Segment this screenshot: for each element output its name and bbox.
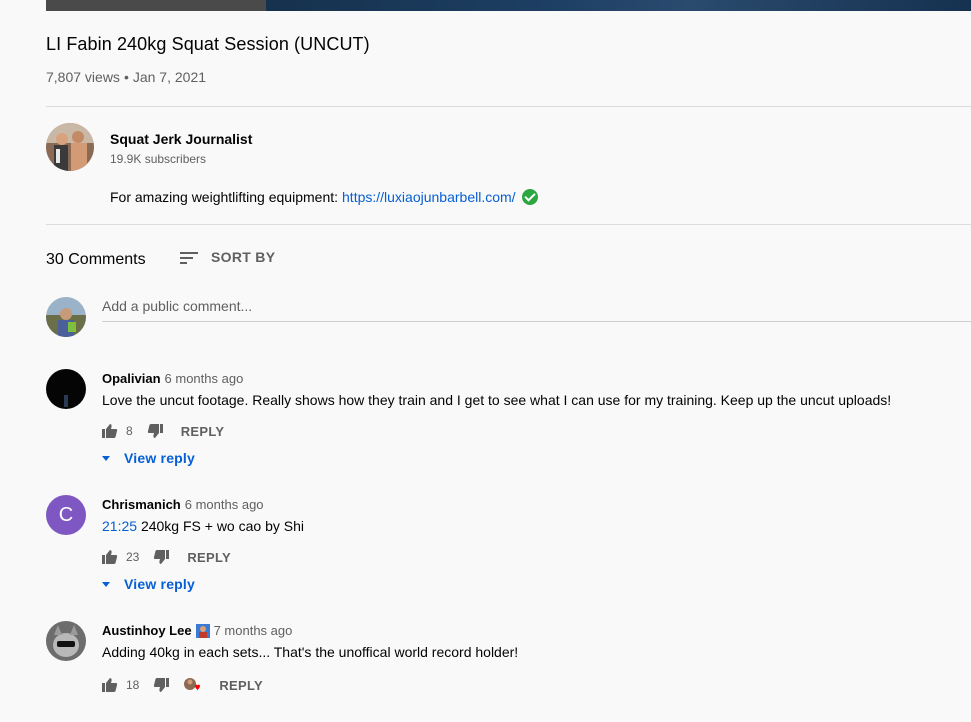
view-count: 7,807 views xyxy=(46,69,120,85)
video-progress-area[interactable] xyxy=(46,0,266,11)
comment-author[interactable]: Austinhoy Lee xyxy=(102,623,192,638)
user-avatar xyxy=(46,297,86,337)
channel-avatar[interactable] xyxy=(46,123,94,171)
video-title: LI Fabin 240kg Squat Session (UNCUT) xyxy=(46,34,370,54)
sort-icon xyxy=(180,249,200,265)
video-timestamp-link[interactable]: 21:25 xyxy=(102,518,137,534)
video-frame xyxy=(266,0,971,11)
comment-body: 240kg FS + wo cao by Shi xyxy=(140,518,304,534)
comment-author-row: Chrismanich 6 months ago xyxy=(102,497,264,512)
video-meta: 7,807 views • Jan 7, 2021 xyxy=(46,69,206,85)
divider xyxy=(46,224,971,225)
comment-author-row: Austinhoy Lee 7 months ago xyxy=(102,623,292,638)
comment-time[interactable]: 7 months ago xyxy=(214,623,293,638)
member-badge-icon xyxy=(195,623,210,638)
sort-label: SORT BY xyxy=(211,249,276,265)
comment-author[interactable]: Chrismanich xyxy=(102,497,181,512)
verified-check-icon xyxy=(521,189,538,205)
reply-button[interactable]: REPLY xyxy=(219,678,263,693)
sort-button[interactable]: SORT BY xyxy=(180,249,275,265)
comment-avatar[interactable] xyxy=(46,621,86,661)
meta-separator: • xyxy=(123,69,129,85)
reply-button[interactable]: REPLY xyxy=(187,550,231,565)
comments-count: 30 Comments xyxy=(46,251,146,268)
like-count: 18 xyxy=(126,678,140,692)
comment-input-underline xyxy=(102,321,971,322)
comment-actions: 8 REPLY xyxy=(102,423,224,439)
comment-time[interactable]: 6 months ago xyxy=(185,497,264,512)
upload-date: Jan 7, 2021 xyxy=(132,69,207,85)
like-icon[interactable] xyxy=(102,423,118,439)
view-reply-label: View reply xyxy=(124,450,196,466)
comment-avatar[interactable] xyxy=(46,369,86,409)
add-comment-input[interactable]: Add a public comment... xyxy=(102,298,252,314)
channel-name[interactable]: Squat Jerk Journalist xyxy=(110,131,252,147)
like-count: 8 xyxy=(126,424,133,438)
comment-text: Love the uncut footage. Really shows how… xyxy=(102,392,892,408)
comment-author[interactable]: Opalivian xyxy=(102,371,161,386)
comment-text: Adding 40kg in each sets... That's the u… xyxy=(102,644,519,660)
comment-time[interactable]: 6 months ago xyxy=(165,371,244,386)
caret-down-icon xyxy=(102,455,110,461)
reply-button[interactable]: REPLY xyxy=(181,424,225,439)
description-link[interactable]: https://luxiaojunbarbell.com/ xyxy=(342,189,516,205)
dislike-icon[interactable] xyxy=(153,677,170,693)
divider xyxy=(46,106,971,107)
avatar-letter: C xyxy=(58,503,74,526)
subscriber-count: 19.9K subscribers xyxy=(110,152,207,166)
comment-author-row: Opalivian 6 months ago xyxy=(102,371,243,386)
view-reply-button[interactable]: View reply xyxy=(102,450,195,466)
comment-actions: 18 REPLY xyxy=(102,677,263,693)
like-count: 23 xyxy=(126,550,140,564)
view-reply-button[interactable]: View reply xyxy=(102,576,195,592)
description-text: For amazing weightlifting equipment: xyxy=(110,189,339,205)
view-reply-label: View reply xyxy=(124,576,196,592)
like-icon[interactable] xyxy=(102,549,118,565)
creator-heart-icon xyxy=(184,678,201,691)
video-description: For amazing weightlifting equipment: htt… xyxy=(110,189,538,205)
dislike-icon[interactable] xyxy=(147,423,163,439)
caret-down-icon xyxy=(102,581,110,587)
video-player[interactable] xyxy=(46,0,971,11)
comment-text: 21:25 240kg FS + wo cao by Shi xyxy=(102,518,304,534)
comment-avatar[interactable]: C xyxy=(46,495,86,535)
dislike-icon[interactable] xyxy=(153,549,170,565)
like-icon[interactable] xyxy=(102,677,118,693)
comment-actions: 23 REPLY xyxy=(102,549,231,565)
